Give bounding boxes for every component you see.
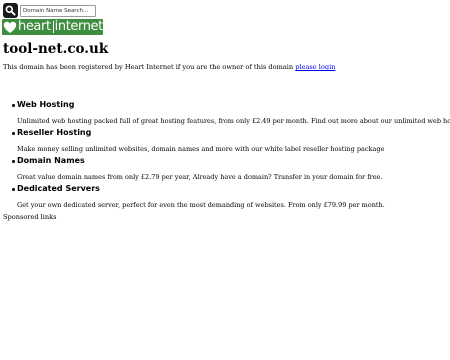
service-description: Make money selling unlimited websites, d… <box>17 145 385 153</box>
intro-sentence: This domain has been registered by Heart… <box>3 63 296 71</box>
service-heading: Web Hosting <box>17 100 75 109</box>
intro-text: This domain has been registered by Heart… <box>3 63 335 71</box>
logo-text-heart: heart <box>18 19 51 34</box>
bullet-icon <box>12 104 15 107</box>
service-description: Great value domain names from only £2.79… <box>17 173 383 181</box>
service-description: Get your own dedicated server, perfect f… <box>17 201 385 209</box>
domain-search-input[interactable] <box>20 4 96 17</box>
list-item-dedicated-servers: Dedicated Servers Get your own dedicated… <box>3 184 443 212</box>
list-item-domain-names: Domain Names Great value domain names fr… <box>3 156 443 184</box>
page-title: tool-net.co.uk <box>3 41 109 57</box>
logo-divider <box>52 21 54 33</box>
search-button[interactable] <box>3 3 18 18</box>
search-icon <box>5 5 16 16</box>
bullet-icon <box>12 188 15 191</box>
sponsored-links-label: Sponsored links <box>3 213 57 221</box>
search-bar <box>3 3 96 18</box>
bullet-icon <box>12 160 15 163</box>
logo-text-internet: internet <box>54 19 103 34</box>
heart-internet-logo[interactable]: heart internet <box>2 19 103 35</box>
heart-logo-icon <box>3 21 17 33</box>
service-description: Unlimited web hosting packed full of gre… <box>17 117 450 125</box>
list-item-web-hosting: Web Hosting Unlimited web hosting packed… <box>3 100 450 128</box>
login-link[interactable]: please login <box>295 63 335 71</box>
service-heading: Reseller Hosting <box>17 128 92 137</box>
service-heading: Domain Names <box>17 156 85 165</box>
services-list: Web Hosting Unlimited web hosting packed… <box>3 100 450 212</box>
bullet-icon <box>12 132 15 135</box>
list-item-reseller-hosting: Reseller Hosting Make money selling unli… <box>3 128 443 156</box>
service-heading: Dedicated Servers <box>17 184 100 193</box>
